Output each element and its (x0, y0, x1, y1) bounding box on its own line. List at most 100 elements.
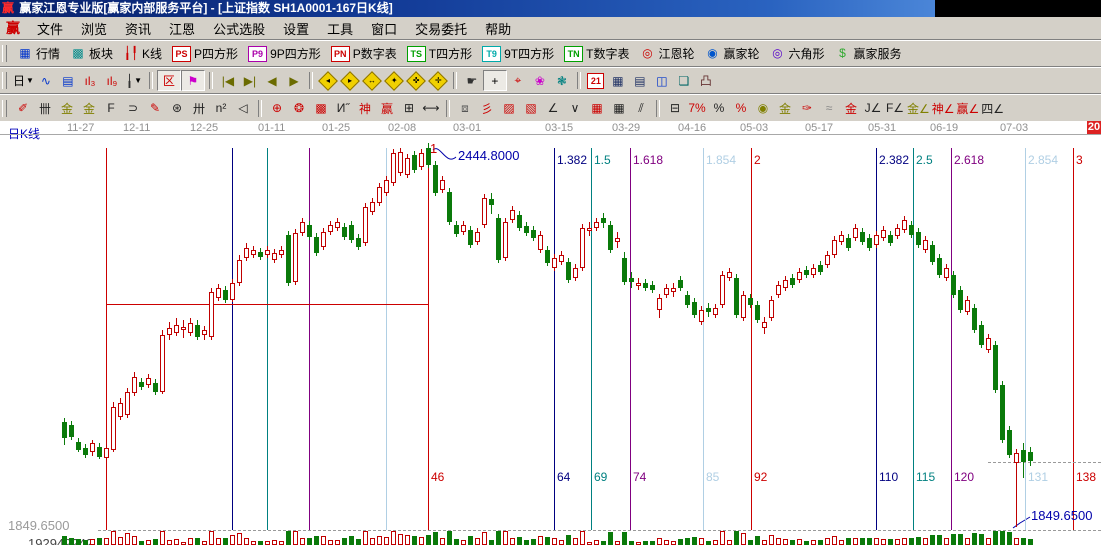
percent-tool[interactable]: % (708, 99, 730, 118)
export-data-button[interactable]: ❏ (673, 71, 695, 90)
four-angle-tool[interactable]: 四∠ (980, 99, 1005, 118)
k-pattern-button[interactable]: 区 (157, 70, 181, 91)
menu-item-9[interactable]: 交易委托 (406, 17, 476, 40)
nav-first-button[interactable]: |◀ (217, 71, 239, 90)
winner-service-button[interactable]: $赢家服务 (830, 44, 907, 63)
minute3-chart-button[interactable]: ıl₃ (79, 71, 101, 90)
crosshair-tool-button[interactable]: + (483, 70, 507, 91)
fib-time-line[interactable] (428, 148, 429, 530)
nav-prev-button[interactable]: ◀ (261, 71, 283, 90)
menu-item-6[interactable]: 设置 (274, 17, 318, 40)
grid-chart-tool[interactable]: ▦ (608, 99, 630, 118)
zoom-all-diamond-button[interactable]: ✛ (427, 71, 449, 90)
flag-chart-button[interactable]: ⚑ (181, 70, 205, 91)
f-angle-tool[interactable]: F∠ (884, 99, 906, 118)
menu-item-8[interactable]: 窗口 (362, 17, 406, 40)
time-comb-tool[interactable]: 卌 (34, 99, 56, 118)
box-measure-tool[interactable]: ⧈ (454, 99, 476, 118)
p9-square-button[interactable]: P99P四方形 (243, 44, 326, 63)
percent-line-tool[interactable]: % (730, 99, 752, 118)
comb-density-tool[interactable]: 卅 (188, 99, 210, 118)
j-angle-tool[interactable]: J∠ (862, 99, 884, 118)
menu-item-4[interactable]: 江恩 (160, 17, 204, 40)
angle-ruler-tool[interactable]: ◁ (232, 99, 254, 118)
zigzag-wave-tool[interactable]: ∨ (564, 99, 586, 118)
calendar-button[interactable]: 21 (585, 71, 607, 90)
save-button[interactable]: ◫ (651, 71, 673, 90)
menu-item-7[interactable]: 工具 (318, 17, 362, 40)
fib-time-line[interactable] (386, 148, 387, 530)
fib-time-line[interactable] (309, 148, 310, 530)
period-day-selector[interactable]: 日▼ (12, 71, 35, 90)
gold-time-comb2-tool[interactable]: 金 (78, 99, 100, 118)
brush-mark-tool[interactable]: ✑ (796, 99, 818, 118)
fib-time-line[interactable] (913, 148, 914, 530)
fib-time-comb-tool[interactable]: F (100, 99, 122, 118)
shen-angle-tool[interactable]: 神∠ (931, 99, 956, 118)
t-square-button[interactable]: TST四方形 (402, 44, 477, 63)
gann-fan-tool[interactable]: 彡 (476, 99, 498, 118)
gann-web-box-tool[interactable]: ▩ (310, 99, 332, 118)
zigzag-segment-tool[interactable]: И˝ (332, 99, 354, 118)
gold-circle-tool[interactable]: ◉ (752, 99, 774, 118)
nav-last-button[interactable]: ▶| (239, 71, 261, 90)
gold-level-tool[interactable]: 金 (774, 99, 796, 118)
ruler-123-tool[interactable]: ⊞ (398, 99, 420, 118)
title-bar[interactable]: 赢 赢家江恩专业版[赢家内部服务平台] - [上证指数 SH1A0001-167… (0, 0, 1101, 17)
spiral-time-tool[interactable]: ⊃ (122, 99, 144, 118)
tick-chart-button[interactable]: ∿ (35, 71, 57, 90)
toolbar-grip[interactable] (2, 72, 7, 89)
win-angle-tool[interactable]: 赢∠ (956, 99, 981, 118)
hand-tool-button[interactable]: ☛ (461, 71, 483, 90)
fib-time-line[interactable] (751, 148, 752, 530)
quotes-button[interactable]: ▦行情 (12, 44, 65, 63)
price-channel-tool[interactable]: ≈ (818, 99, 840, 118)
measure-horizontal-line[interactable] (106, 304, 428, 305)
gold-angle-tool[interactable]: 金∠ (906, 99, 931, 118)
gann-flower-tool-button[interactable]: ❀ (529, 71, 551, 90)
price-level-dashed-line[interactable] (988, 462, 1101, 463)
trend-angle-tool[interactable]: ∠ (542, 99, 564, 118)
win-comb-tool[interactable]: 赢 (376, 99, 398, 118)
menu-item-1[interactable]: 文件 (28, 17, 72, 40)
grid-tool[interactable]: ▦ (586, 99, 608, 118)
gann-star-web-tool[interactable]: ❂ (288, 99, 310, 118)
gold-level2-tool[interactable]: 金 (840, 99, 862, 118)
menu-item-2[interactable]: 浏览 (72, 17, 116, 40)
price-level-dashed-line[interactable] (98, 530, 1101, 531)
candle-style-selector[interactable]: ╽▼ (123, 71, 145, 90)
menu-item-3[interactable]: 资讯 (116, 17, 160, 40)
nav-next-button[interactable]: ▶ (283, 71, 305, 90)
expand-all-diamond-button[interactable]: ✜ (405, 71, 427, 90)
t-number-table-button[interactable]: TNT数字表 (559, 44, 634, 63)
shen-comb-tool[interactable]: 神 (354, 99, 376, 118)
notes-button[interactable]: ▤ (629, 71, 651, 90)
menu-item-5[interactable]: 公式选股 (204, 17, 274, 40)
n-square-tool[interactable]: n² (210, 99, 232, 118)
gann-wheel-button[interactable]: ◎江恩轮 (634, 44, 699, 63)
fib-time-line[interactable] (951, 148, 952, 530)
time-circle-tool[interactable]: ⊛ (166, 99, 188, 118)
fib-time-line[interactable] (232, 148, 233, 530)
percent-box-tool[interactable]: ⊟ (664, 99, 686, 118)
minute9-chart-button[interactable]: ıl₉ (101, 71, 123, 90)
info-panel-button[interactable]: ▤ (57, 71, 79, 90)
hexagon-button[interactable]: ◎六角形 (765, 44, 830, 63)
eraser-knife-tool[interactable]: ✐ (12, 99, 34, 118)
calculator-button[interactable]: ▦ (607, 71, 629, 90)
toolbar-grip[interactable] (2, 45, 7, 62)
fib-time-line[interactable] (554, 148, 555, 530)
fib-time-line[interactable] (630, 148, 631, 530)
percent-retrace-tool[interactable]: 7% (686, 99, 708, 118)
web-tool-button[interactable]: ❃ (551, 71, 573, 90)
dropdown-arrow-icon[interactable]: ▼ (26, 76, 34, 85)
bar-width-tool[interactable]: ⟷ (420, 99, 442, 118)
fib-time-line[interactable] (1073, 148, 1074, 530)
menu-item-10[interactable]: 帮助 (476, 17, 520, 40)
fib-time-line[interactable] (267, 148, 268, 530)
shift-left-diamond-button[interactable]: ◂ (317, 71, 339, 90)
toolbar-grip[interactable] (2, 100, 7, 117)
parallel-lines-tool[interactable]: ⫽ (630, 99, 652, 118)
shift-right-diamond-button[interactable]: ▸ (339, 71, 361, 90)
sectors-button[interactable]: ▩板块 (65, 44, 118, 63)
